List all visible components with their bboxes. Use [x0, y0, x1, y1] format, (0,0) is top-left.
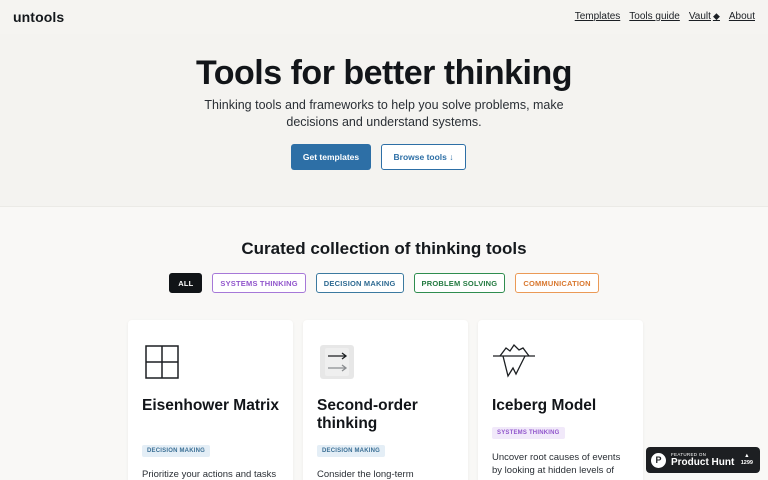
product-hunt-vote-count: 1299: [740, 460, 753, 466]
tool-card-description: Prioritize your actions and tasks: [142, 469, 277, 480]
nav-link-vault[interactable]: Vault ◆: [689, 11, 720, 22]
tool-card-description: Uncover root causes of events by looking…: [492, 452, 621, 476]
browse-tools-button[interactable]: Browse tools ↓: [381, 144, 466, 170]
nav-link-templates[interactable]: Templates: [575, 11, 621, 22]
tool-card-eisenhower[interactable]: Eisenhower Matrix DECISION MAKING Priori…: [128, 320, 293, 480]
collection-title: Curated collection of thinking tools: [241, 239, 527, 258]
hero-subtitle: Thinking tools and frameworks to help yo…: [204, 98, 564, 129]
tool-card-tag: DECISION MAKING: [142, 445, 211, 457]
nav-link-tools-guide[interactable]: Tools guide: [629, 11, 680, 22]
product-hunt-name: Product Hunt: [671, 457, 735, 468]
filter-all[interactable]: ALL: [169, 273, 203, 293]
tools-collection: Curated collection of thinking tools ALL…: [0, 207, 768, 480]
tool-card-description: Consider the long-term: [317, 469, 414, 480]
product-hunt-badge[interactable]: P FEATURED ON Product Hunt ▲ 1299: [646, 447, 760, 473]
tool-cards: Eisenhower Matrix DECISION MAKING Priori…: [128, 320, 643, 480]
product-hunt-text: FEATURED ON Product Hunt: [671, 452, 734, 468]
nav-links: Templates Tools guide Vault ◆ About: [575, 11, 755, 22]
filter-communication[interactable]: COMMUNICATION: [515, 273, 599, 293]
filter-problem-solving[interactable]: PROBLEM SOLVING: [413, 273, 506, 293]
tool-card-title: Eisenhower Matrix: [142, 397, 279, 414]
tool-card-title: Iceberg Model: [492, 397, 597, 414]
arrows-icon: [317, 342, 357, 382]
product-hunt-icon: P: [651, 452, 666, 468]
upvote-triangle-icon: ▲: [744, 453, 750, 459]
product-hunt-votes: ▲ 1299: [741, 453, 753, 467]
tool-card-tag: SYSTEMS THINKING: [492, 427, 565, 439]
hero-title: Tools for better thinking: [196, 54, 572, 92]
nav-link-about[interactable]: About: [729, 11, 755, 22]
filter-bar: ALL SYSTEMS THINKING DECISION MAKING PRO…: [0, 273, 768, 293]
nav-link-vault-label: Vault: [688, 11, 711, 22]
get-templates-button[interactable]: Get templates: [291, 144, 371, 170]
hero-section: Tools for better thinking Thinking tools…: [0, 34, 768, 207]
iceberg-icon: [492, 342, 535, 382]
top-nav: untools Templates Tools guide Vault ◆ Abo…: [0, 0, 768, 34]
tool-card-second-order[interactable]: Second-order thinking DECISION MAKING Co…: [303, 320, 468, 480]
tool-card-title: Second-order thinking: [317, 397, 418, 432]
filter-decision-making[interactable]: DECISION MAKING: [315, 273, 404, 293]
diamond-icon: ◆: [712, 11, 720, 21]
site-logo[interactable]: untools: [13, 9, 64, 25]
grid-icon: [142, 342, 182, 382]
tool-card-iceberg[interactable]: Iceberg Model SYSTEMS THINKING Uncover r…: [478, 320, 643, 480]
tool-card-tag: DECISION MAKING: [317, 445, 386, 457]
filter-systems-thinking[interactable]: SYSTEMS THINKING: [212, 273, 306, 293]
